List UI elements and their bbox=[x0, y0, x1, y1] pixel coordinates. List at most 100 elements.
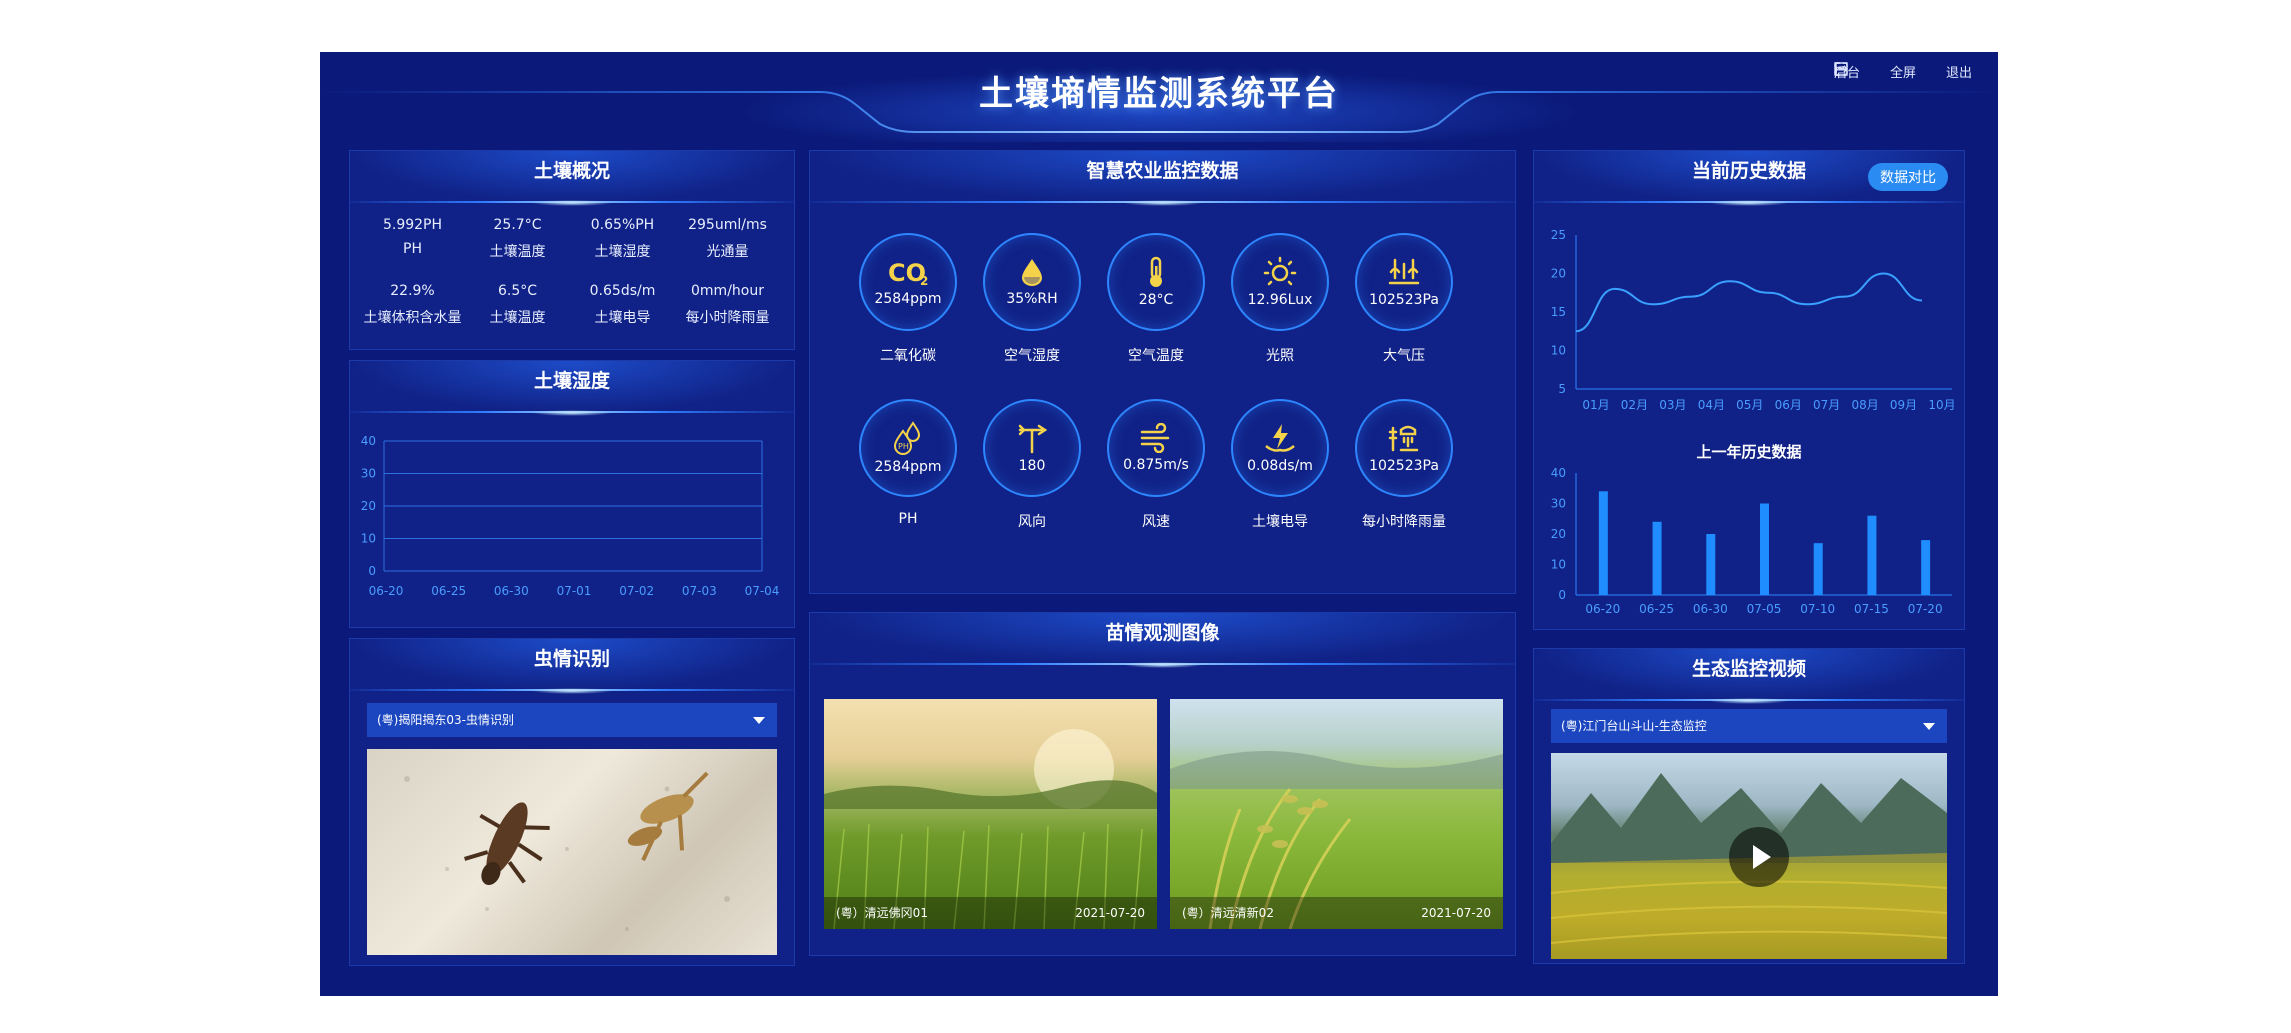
x-tick-label: 08月 bbox=[1851, 398, 1878, 412]
nav-fullscreen-label: 全屏 bbox=[1889, 66, 1916, 81]
soil-overview-grid: 5.992PH PH 25.7°C 土壤温度 0.65%PH 土壤湿度 295uml/… bbox=[360, 217, 780, 327]
monitor-label: 风速 bbox=[1142, 514, 1170, 530]
monitor-circle: 180 bbox=[983, 399, 1081, 497]
monitor-label: 空气湿度 bbox=[1004, 348, 1060, 364]
bar bbox=[1921, 540, 1931, 595]
soil-humidity-chart: 0 10 20 30 40 06-20 06-25 06-30 07-01 07-02 07-03 0… bbox=[361, 434, 780, 598]
monitor-value: 180 bbox=[1018, 458, 1046, 474]
history-title-text: 当前历史数据 bbox=[1691, 160, 1806, 182]
overview-item: 25.7°C 土壤温度 bbox=[465, 217, 570, 261]
y-tick-label: 30 bbox=[361, 467, 376, 481]
overview-label: 土壤温度 bbox=[489, 310, 546, 326]
co2-icon: CO2 bbox=[888, 259, 928, 287]
seedling-panel: 苗情观测图像 (粤）清远佛冈01 2021-07-20 (粤）清远清新02 20… bbox=[809, 612, 1516, 956]
dashboard-frame: 土壤墒情监测系统平台 后台 全屏 退出 土壤概况 5.992PH PH 25.7°… bbox=[320, 52, 1998, 996]
monitor-label: PH bbox=[898, 511, 918, 527]
overview-value: 0mm/hour bbox=[691, 283, 764, 299]
sun-icon bbox=[1263, 256, 1297, 286]
x-tick-label: 07-10 bbox=[1800, 602, 1835, 616]
conductivity-icon bbox=[1265, 424, 1295, 452]
monitor-value: 35%RH bbox=[1006, 291, 1058, 307]
thermometer-icon bbox=[1150, 256, 1162, 287]
x-tick-label: 06-20 bbox=[1585, 602, 1620, 616]
photo-caption: (粤）清远佛冈01 2021-07-20 bbox=[824, 897, 1157, 929]
soil-overview-panel: 土壤概况 5.992PH PH 25.7°C 土壤温度 0.65%PH 土壤湿度 29… bbox=[349, 150, 795, 350]
y-tick-label: 40 bbox=[361, 434, 376, 448]
monitor-circle: 12.96Lux bbox=[1231, 233, 1329, 331]
x-tick-label: 05月 bbox=[1736, 398, 1763, 412]
compare-button[interactable]: 数据对比 bbox=[1868, 163, 1948, 191]
nav-fullscreen[interactable]: 全屏 bbox=[1834, 62, 1916, 81]
monitor-circle: PH 2584ppm bbox=[859, 399, 957, 497]
monitor-label: 大气压 bbox=[1383, 348, 1425, 364]
monitor-item-air-humidity: 35%RH 空气湿度 bbox=[970, 233, 1094, 365]
seedling-title: 苗情观测图像 bbox=[810, 613, 1515, 668]
pest-title: 虫情识别 bbox=[350, 639, 794, 694]
photo-date: 2021-07-20 bbox=[1421, 906, 1491, 920]
photo-caption: (粤）清远清新02 2021-07-20 bbox=[1170, 897, 1503, 929]
x-tick-label: 09月 bbox=[1890, 398, 1917, 412]
monitor-label: 光照 bbox=[1266, 348, 1294, 364]
x-tick-label: 06-20 bbox=[369, 584, 404, 598]
insect-photo bbox=[404, 771, 730, 931]
x-tick-label: 06月 bbox=[1775, 398, 1802, 412]
chevron-down-icon bbox=[1923, 723, 1935, 730]
y-tick-label: 20 bbox=[1551, 527, 1566, 541]
overview-item: 0mm/hour 每小时降雨量 bbox=[675, 283, 780, 327]
seedling-photo-2[interactable]: (粤）清远清新02 2021-07-20 bbox=[1170, 699, 1503, 929]
monitor-item-ph: PH 2584ppm PH bbox=[846, 399, 970, 531]
pest-panel: 虫情识别 (粤)揭阳揭东03-虫情识别 bbox=[349, 638, 795, 966]
overview-label: 光通量 bbox=[706, 244, 749, 260]
eco-video-title: 生态监控视频 bbox=[1534, 649, 1964, 704]
overview-item: 22.9% 土壤体积含水量 bbox=[360, 283, 465, 327]
monitor-item-light: 12.96Lux 光照 bbox=[1218, 233, 1342, 365]
x-tick-label: 07-15 bbox=[1854, 602, 1889, 616]
y-tick-label: 25 bbox=[1551, 228, 1566, 242]
x-tick-label: 07-20 bbox=[1908, 602, 1943, 616]
svg-text:PH: PH bbox=[898, 442, 909, 451]
monitor-value: 2584ppm bbox=[874, 459, 942, 475]
monitor-label: 每小时降雨量 bbox=[1362, 514, 1446, 530]
overview-item: 0.65%PH 土壤湿度 bbox=[570, 217, 675, 261]
x-tick-label: 07-05 bbox=[1747, 602, 1782, 616]
eco-video-player[interactable] bbox=[1551, 753, 1947, 959]
monitor-circle: 28°C bbox=[1107, 233, 1205, 331]
pest-image bbox=[367, 749, 777, 955]
overview-value: 22.9% bbox=[390, 283, 435, 299]
overview-label: 土壤湿度 bbox=[594, 244, 651, 260]
monitor-item-rainfall: 102523Pa 每小时降雨量 bbox=[1342, 399, 1466, 531]
photo-date: 2021-07-20 bbox=[1075, 906, 1145, 920]
x-tick-label: 03月 bbox=[1659, 398, 1686, 412]
soil-humidity-title: 土壤湿度 bbox=[350, 361, 794, 416]
overview-value: 5.992PH bbox=[382, 217, 443, 233]
pest-title-text: 虫情识别 bbox=[533, 648, 610, 670]
last-year-bar-chart: 0 10 20 30 40 06-20 06-25 06-30 07-05 07-10 07-15 0… bbox=[1551, 466, 1952, 616]
eco-camera-select[interactable]: (粤)江门台山斗山-生态监控 bbox=[1551, 709, 1947, 743]
bar bbox=[1813, 543, 1823, 595]
seedling-photo-1[interactable]: (粤）清远佛冈01 2021-07-20 bbox=[824, 699, 1157, 929]
monitor-item-co2: CO 2 2584ppm 二氧化碳 bbox=[846, 233, 970, 365]
play-icon bbox=[1753, 845, 1771, 869]
monitor-value: 2584ppm bbox=[874, 291, 942, 307]
y-tick-label: 15 bbox=[1551, 305, 1566, 319]
x-tick-label: 07-01 bbox=[557, 584, 592, 598]
ph-drops-icon: PH bbox=[893, 421, 921, 455]
x-tick-label: 04月 bbox=[1698, 398, 1725, 412]
rain-gauge-icon bbox=[1388, 425, 1419, 452]
bar bbox=[1867, 515, 1877, 595]
nav-logout[interactable]: 退出 bbox=[1835, 62, 1972, 81]
overview-item: 5.992PH PH bbox=[360, 217, 465, 261]
pest-select-value: (粤)揭阳揭东03-虫情识别 bbox=[377, 713, 514, 727]
monitor-value: 102523Pa bbox=[1369, 458, 1439, 474]
svg-text:2: 2 bbox=[920, 274, 928, 287]
eco-select-value: (粤)江门台山斗山-生态监控 bbox=[1561, 719, 1707, 733]
nav-logout-label: 退出 bbox=[1945, 66, 1972, 81]
play-button[interactable] bbox=[1729, 827, 1789, 887]
monitor-item-soil-conductivity: 0.08ds/m 土壤电导 bbox=[1218, 399, 1342, 531]
pressure-icon bbox=[1388, 258, 1420, 285]
monitor-item-air-temp: 28°C 空气温度 bbox=[1094, 233, 1218, 365]
y-tick-label: 10 bbox=[1551, 558, 1566, 572]
pest-device-select[interactable]: (粤)揭阳揭东03-虫情识别 bbox=[367, 703, 777, 737]
overview-item: 295uml/ms 光通量 bbox=[675, 217, 780, 261]
top-nav: 后台 全屏 退出 bbox=[1834, 62, 1972, 81]
